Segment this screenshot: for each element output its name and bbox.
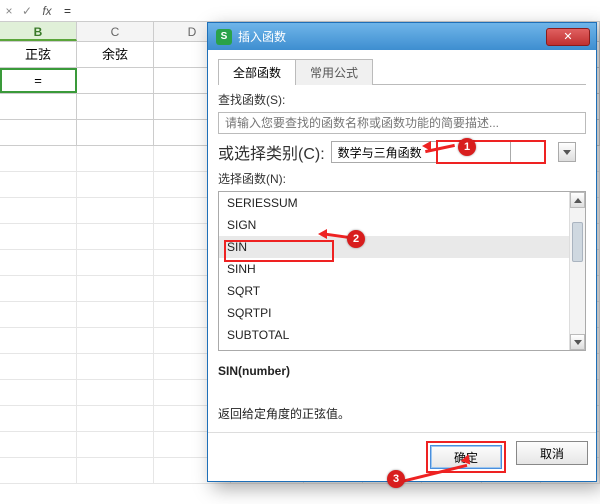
cell-b2-active[interactable]: = — [0, 68, 77, 93]
category-label: 或选择类别(C): — [218, 140, 325, 164]
cell[interactable] — [0, 120, 77, 145]
category-dropdown-button[interactable] — [558, 142, 576, 162]
arrow-head-icon — [318, 229, 327, 239]
cell[interactable] — [0, 94, 77, 119]
list-item[interactable]: SERIESSUM — [219, 192, 585, 214]
dialog-titlebar[interactable]: S 插入函数 ✕ — [208, 23, 596, 50]
search-function-input[interactable] — [218, 112, 586, 134]
listbox-scrollbar[interactable] — [569, 192, 585, 350]
category-value: 数学与三角函数 — [338, 144, 422, 161]
list-item[interactable]: SQRT — [219, 280, 585, 302]
chevron-down-icon — [563, 150, 571, 155]
function-description: SIN(number) 返回给定角度的正弦值。 — [218, 361, 586, 426]
list-item-selected[interactable]: SIN — [219, 236, 585, 258]
annotation-badge-1: 1 — [458, 138, 476, 156]
cell-b1[interactable]: 正弦 — [0, 42, 77, 67]
annotation-badge-2: 2 — [347, 230, 365, 248]
tab-all-functions[interactable]: 全部函数 — [218, 59, 296, 85]
category-select[interactable]: 数学与三角函数 — [331, 141, 511, 163]
list-item[interactable]: SINH — [219, 258, 585, 280]
arrow-head-icon — [422, 141, 431, 151]
cancel-button[interactable]: 取消 — [516, 441, 588, 465]
cell[interactable] — [77, 120, 154, 145]
scroll-thumb[interactable] — [572, 222, 583, 262]
close-button[interactable]: ✕ — [546, 28, 590, 46]
cell-c1[interactable]: 余弦 — [77, 42, 154, 67]
cell[interactable] — [77, 68, 154, 93]
chevron-up-icon — [574, 198, 582, 203]
dialog-title: 插入函数 — [238, 28, 546, 45]
app-icon: S — [216, 29, 232, 45]
col-header-c[interactable]: C — [77, 22, 154, 41]
scroll-up-button[interactable] — [570, 192, 585, 208]
formula-bar: × ✓ fx = — [0, 0, 600, 22]
search-label: 查找函数(S): — [218, 91, 285, 108]
list-item[interactable]: SUBTOTAL — [219, 324, 585, 346]
close-icon: ✕ — [563, 30, 572, 43]
tab-common-formulas[interactable]: 常用公式 — [295, 59, 373, 85]
scroll-down-button[interactable] — [570, 334, 585, 350]
col-header-b[interactable]: B — [0, 22, 77, 41]
insert-function-dialog: S 插入函数 ✕ 全部函数 常用公式 查找函数(S): 或选择类别(C): 数学… — [207, 22, 597, 482]
function-listbox[interactable]: SERIESSUM SIGN SIN SINH SQRT SQRTPI SUBT… — [218, 191, 586, 351]
cell[interactable] — [77, 94, 154, 119]
list-item[interactable]: SUM — [219, 346, 585, 351]
chevron-down-icon — [574, 340, 582, 345]
accept-formula-icon[interactable]: ✓ — [18, 4, 36, 18]
dialog-tabs: 全部函数 常用公式 — [218, 58, 586, 84]
list-item[interactable]: SQRTPI — [219, 302, 585, 324]
list-item[interactable]: SIGN — [219, 214, 585, 236]
function-signature: SIN(number) — [218, 364, 290, 378]
annotation-badge-3: 3 — [387, 470, 405, 488]
formula-input[interactable]: = — [58, 4, 600, 18]
fx-icon[interactable]: fx — [36, 4, 58, 18]
cancel-formula-icon[interactable]: × — [0, 4, 18, 18]
function-desc-text: 返回给定角度的正弦值。 — [218, 407, 350, 421]
select-function-label: 选择函数(N): — [218, 170, 286, 187]
